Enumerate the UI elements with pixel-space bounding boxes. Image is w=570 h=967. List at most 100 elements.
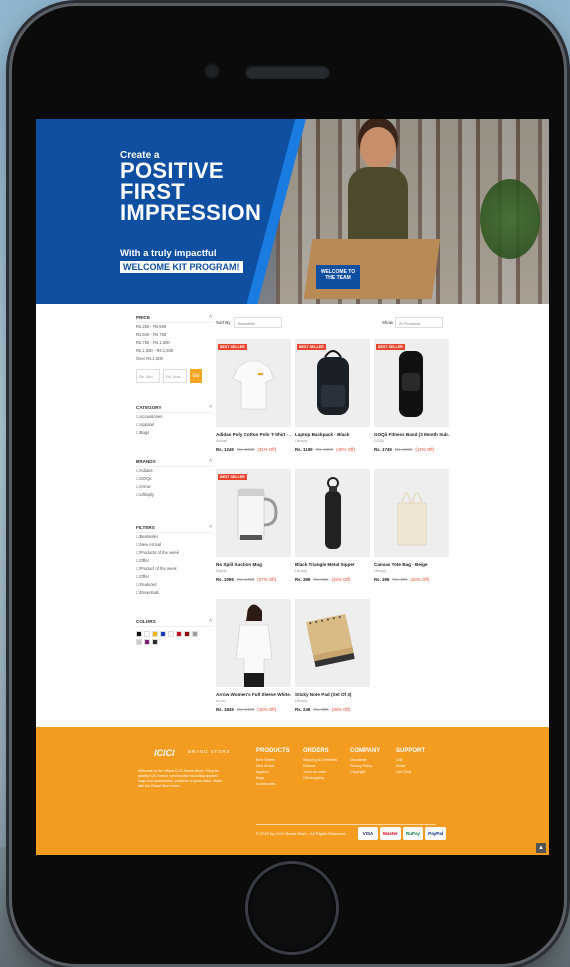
filter-option[interactable]: ☐Offer bbox=[136, 557, 212, 565]
filter-option[interactable]: ☐Ultraply bbox=[136, 491, 212, 499]
filter-option[interactable]: ☐Essentials bbox=[136, 589, 212, 597]
footer-link[interactable]: Gift shopping bbox=[303, 776, 337, 782]
discount-label: (16% Off) bbox=[257, 707, 277, 712]
product-name[interactable]: Arrow Women's Full Sleeve White... bbox=[216, 692, 291, 697]
footer-link[interactable]: Copyright bbox=[350, 770, 380, 776]
sort-select[interactable]: Bestseller bbox=[234, 317, 282, 328]
sort-label: Sort By bbox=[216, 320, 231, 325]
collapse-caret-icon[interactable]: ^ bbox=[209, 619, 212, 625]
footer-column-title: ORDERS bbox=[303, 748, 329, 754]
collapse-caret-icon[interactable]: ^ bbox=[209, 315, 212, 321]
footer-link[interactable]: Live Chat bbox=[396, 770, 425, 776]
color-swatch[interactable] bbox=[144, 639, 150, 645]
sale-price: Rs. 1099 bbox=[216, 577, 234, 582]
product-brand: Mighty bbox=[216, 569, 227, 573]
filter-option[interactable]: ☐Accessories bbox=[136, 413, 212, 421]
footer-logo[interactable]: ICICI bbox=[154, 748, 175, 758]
sale-price: Rs. 1249 bbox=[216, 447, 234, 452]
price-go-button[interactable]: Go bbox=[190, 369, 202, 383]
colors-filter-header[interactable]: COLORS ^ bbox=[136, 619, 212, 627]
product-card[interactable]: BEST SELLER Adidas Poly Cotton Polo T-Shi… bbox=[216, 339, 291, 465]
payment-logo: Master bbox=[380, 827, 401, 840]
filter-option[interactable]: ☐Product of the week bbox=[136, 565, 212, 573]
color-swatch[interactable] bbox=[152, 639, 158, 645]
filter-option[interactable]: ☐Arrow bbox=[136, 483, 212, 491]
product-card[interactable]: BEST SELLER Laptop Backpack - Black Ultrap… bbox=[295, 339, 370, 465]
product-card[interactable]: BEST SELLER No Spill Suction Mug Mighty Rs.… bbox=[216, 469, 291, 595]
filter-option[interactable]: ☐Bags bbox=[136, 429, 212, 437]
filter-option[interactable]: ☐Adidas bbox=[136, 467, 212, 475]
color-swatch[interactable] bbox=[168, 631, 174, 637]
color-swatch[interactable] bbox=[152, 631, 158, 637]
product-name[interactable]: Laptop Backpack - Black bbox=[295, 432, 370, 437]
sale-price: Rs. 1749 bbox=[374, 447, 392, 452]
footer-column: COMPANY Disclaimer Privacy Policy Copyright bbox=[350, 748, 380, 776]
product-price: Rs. 1249 Rs. 1999 (31% Off) bbox=[216, 447, 276, 452]
filter-option[interactable]: Rs.500 - Rs.750 bbox=[136, 331, 212, 339]
filter-option[interactable]: ☐New Arrival bbox=[136, 541, 212, 549]
product-brand: Ultraply bbox=[295, 439, 308, 443]
discount-label: (13% Off) bbox=[415, 447, 435, 452]
color-swatch[interactable] bbox=[176, 631, 182, 637]
product-image[interactable] bbox=[374, 469, 449, 557]
discount-label: (43% Off) bbox=[331, 577, 351, 582]
product-name[interactable]: Sticky Note Pad (Set Of 3) bbox=[295, 692, 370, 697]
product-card[interactable]: Arrow Women's Full Sleeve White... Arrow R… bbox=[216, 599, 291, 725]
product-image[interactable] bbox=[295, 599, 370, 687]
product-price: Rs. 399 Rs. 699 (43% Off) bbox=[295, 577, 350, 582]
price-max-input[interactable]: Rs. Max bbox=[163, 369, 187, 383]
product-card[interactable]: Black Triangle Metal Sipper Ultraply Rs. 3… bbox=[295, 469, 370, 595]
color-swatch[interactable] bbox=[136, 639, 142, 645]
filter-option[interactable]: Rs.750 - Rs.1,000 bbox=[136, 339, 212, 347]
filter-option[interactable]: ☐Offer bbox=[136, 573, 212, 581]
filter-option[interactable]: ☐Products of the week bbox=[136, 549, 212, 557]
filter-option[interactable]: ☐Featured bbox=[136, 581, 212, 589]
collapse-caret-icon[interactable]: ^ bbox=[209, 405, 212, 411]
price-min-input[interactable]: Rs. Min bbox=[136, 369, 160, 383]
product-card[interactable]: Sticky Note Pad (Set Of 3) Ultraply Rs. 24… bbox=[295, 599, 370, 725]
product-price: Rs. 1849 Rs. 2199 (16% Off) bbox=[216, 707, 276, 712]
product-name[interactable]: Adidas Poly Cotton Polo T-Shirt - ... bbox=[216, 432, 291, 437]
product-name[interactable]: Black Triangle Metal Sipper bbox=[295, 562, 370, 567]
collapse-caret-icon[interactable]: ^ bbox=[209, 459, 212, 465]
footer-link[interactable]: Accessories bbox=[256, 782, 290, 788]
product-image[interactable] bbox=[295, 469, 370, 557]
product-card[interactable]: BEST SELLER GOQii Fitness Band (3 Month S… bbox=[374, 339, 449, 465]
color-swatch[interactable] bbox=[184, 631, 190, 637]
hero-banner[interactable]: WELCOME TO THE TEAM Create a POSITIVE FI… bbox=[36, 119, 549, 304]
mrp-price: Rs. 1999 bbox=[394, 447, 413, 452]
filter-option[interactable]: ☐GOQii bbox=[136, 475, 212, 483]
product-price: Rs. 399 Rs. 499 (20% Off) bbox=[374, 577, 429, 582]
product-name[interactable]: No Spill Suction Mug bbox=[216, 562, 291, 567]
brands-filter-header[interactable]: BRANDS ^ bbox=[136, 459, 212, 467]
back-to-top-button[interactable]: ▲ bbox=[536, 843, 546, 853]
product-image[interactable] bbox=[216, 469, 291, 557]
product-image[interactable] bbox=[374, 339, 449, 427]
features-filter-header[interactable]: FILTERS ^ bbox=[136, 525, 212, 533]
product-image[interactable] bbox=[216, 599, 291, 687]
filter-option[interactable]: Rs.1,000 - Rs.1,500 bbox=[136, 347, 212, 355]
filter-option[interactable]: Over Rs.1,500 bbox=[136, 355, 212, 363]
filter-option[interactable]: ☐Bestseller bbox=[136, 533, 212, 541]
color-swatch[interactable] bbox=[160, 631, 166, 637]
product-image[interactable] bbox=[216, 339, 291, 427]
category-filter-header[interactable]: CATEGORY ^ bbox=[136, 405, 212, 413]
product-name[interactable]: Canvas Tote Bag - Beige bbox=[374, 562, 449, 567]
product-card[interactable]: Canvas Tote Bag - Beige Ultraply Rs. 399 Rs… bbox=[374, 469, 449, 595]
show-select[interactable]: 20 Products bbox=[395, 317, 443, 328]
product-image[interactable] bbox=[295, 339, 370, 427]
filter-option[interactable]: Rs.250 - Rs.500 bbox=[136, 323, 212, 331]
filter-option[interactable]: ☐Apparel bbox=[136, 421, 212, 429]
bestseller-badge: BEST SELLER bbox=[218, 344, 247, 350]
color-swatch[interactable] bbox=[144, 631, 150, 637]
price-filter-header[interactable]: PRICE ^ bbox=[136, 315, 212, 323]
product-name[interactable]: GOQii Fitness Band (3 Month Sub... bbox=[374, 432, 449, 437]
filter-sidebar: PRICE ^ Rs.250 - Rs.500 Rs.500 - Rs.750 Rs.… bbox=[136, 315, 212, 645]
footer-column: PRODUCTS Best Sellers New Arrival Apparel Ba… bbox=[256, 748, 290, 788]
home-button[interactable] bbox=[248, 864, 336, 952]
color-swatch[interactable] bbox=[192, 631, 198, 637]
collapse-caret-icon[interactable]: ^ bbox=[209, 525, 212, 531]
product-price: Rs. 249 Rs. 399 (38% Off) bbox=[295, 707, 350, 712]
category-options: ☐Accessories ☐Apparel ☐Bags bbox=[136, 413, 212, 437]
color-swatch[interactable] bbox=[136, 631, 142, 637]
